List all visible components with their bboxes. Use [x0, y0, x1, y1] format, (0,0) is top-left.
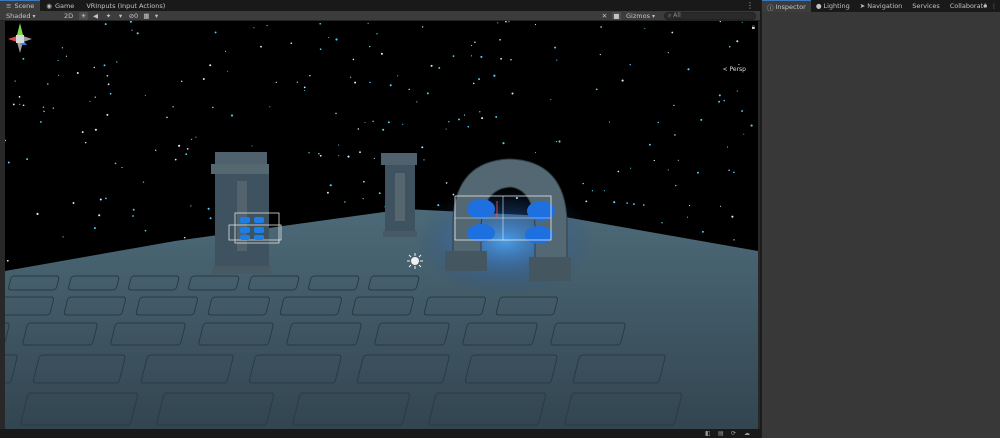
- inspector-menu-icon[interactable]: ⋮: [991, 3, 997, 10]
- directional-light-icon[interactable]: [407, 253, 423, 269]
- tab-game[interactable]: ◉ Game: [40, 0, 80, 11]
- tab-scene[interactable]: ≡ Scene: [0, 0, 41, 11]
- shading-mode-label: Shaded: [6, 12, 31, 20]
- tab-navigation-label: Navigation: [867, 2, 903, 10]
- inspector-tab-controls: 🔒︎ ⋮: [984, 0, 997, 12]
- scene-render: [5, 21, 758, 429]
- scene-search-input[interactable]: ⌕ All: [664, 12, 756, 20]
- scene-viewport[interactable]: < Persp 🔒︎: [5, 21, 758, 429]
- tab-inspector-label: Inspector: [775, 2, 806, 11]
- lock-icon[interactable]: 🔒︎: [752, 24, 755, 32]
- tab-game-label: Game: [54, 1, 75, 10]
- inspector-panel: ⓘ Inspector ● Lighting ➤ Navigation Serv…: [761, 0, 1000, 438]
- status-bar: ◧ ▤ ⟳ ☁: [0, 429, 760, 438]
- navigation-icon: ➤: [859, 2, 866, 10]
- lighting-icon: ●: [815, 2, 822, 10]
- search-icon: ⌕: [668, 12, 672, 19]
- tab-inspector[interactable]: ⓘ Inspector: [762, 0, 811, 12]
- tab-lighting[interactable]: ● Lighting: [811, 0, 855, 12]
- status-cloud-icon[interactable]: ☁: [744, 430, 750, 437]
- game-icon: ◉: [46, 1, 52, 10]
- gizmos-dropdown[interactable]: Gizmos: [626, 11, 655, 21]
- scene-toolbar: Shaded 2D ☀ ◀ ✦ ▾ ⊘ 0 ▦ ▾ ✕ ■ Gizmos ⌕ A…: [0, 11, 760, 21]
- tab-lighting-label: Lighting: [823, 2, 850, 10]
- tab-services[interactable]: Services: [907, 0, 944, 12]
- tab-navigation[interactable]: ➤ Navigation: [855, 0, 908, 12]
- perspective-label[interactable]: < Persp: [723, 66, 746, 73]
- inspector-icon: ⓘ: [767, 3, 774, 12]
- status-log-icon[interactable]: ▤: [718, 430, 724, 437]
- effects-dropdown-icon[interactable]: ▾: [116, 12, 125, 20]
- tab-vrinputs-label: VRInputs (Input Actions): [86, 1, 166, 10]
- inspector-lock-icon[interactable]: 🔒︎: [984, 2, 987, 10]
- status-bar-icon[interactable]: ◧: [705, 430, 711, 437]
- 2d-toggle[interactable]: 2D: [64, 12, 73, 20]
- more-options-icon[interactable]: ⋮: [746, 0, 754, 11]
- gizmos-label: Gizmos: [626, 12, 650, 20]
- orientation-gizmo[interactable]: [5, 21, 35, 71]
- tab-collaborate-label: Collaborate: [949, 2, 988, 10]
- grid-toggle-icon[interactable]: ▦: [142, 12, 151, 20]
- shading-mode-dropdown[interactable]: Shaded: [6, 11, 36, 21]
- lighting-toggle-icon[interactable]: ☀: [79, 12, 88, 20]
- tab-vrinputs[interactable]: VRInputs (Input Actions): [80, 0, 171, 11]
- tab-services-label: Services: [912, 2, 940, 10]
- status-sync-icon[interactable]: ⟳: [731, 430, 736, 437]
- search-prefix: All: [673, 12, 681, 19]
- camera-icon[interactable]: ■: [612, 12, 621, 20]
- grid-dropdown-icon[interactable]: ▾: [152, 12, 161, 20]
- effects-toggle-icon[interactable]: ✦: [104, 12, 113, 20]
- layers-count: 0: [134, 12, 139, 20]
- tools-icon[interactable]: ✕: [600, 12, 609, 20]
- scene-tabbar: ≡ Scene ◉ Game VRInputs (Input Actions) …: [0, 0, 760, 11]
- inspector-tabbar: ⓘ Inspector ● Lighting ➤ Navigation Serv…: [762, 0, 1000, 12]
- scene-icon: ≡: [6, 2, 12, 10]
- stone-pillar-middle: [381, 153, 417, 237]
- tab-scene-label: Scene: [14, 2, 35, 10]
- audio-toggle-icon[interactable]: ◀: [91, 12, 100, 20]
- scene-window: ≡ Scene ◉ Game VRInputs (Input Actions) …: [0, 0, 760, 438]
